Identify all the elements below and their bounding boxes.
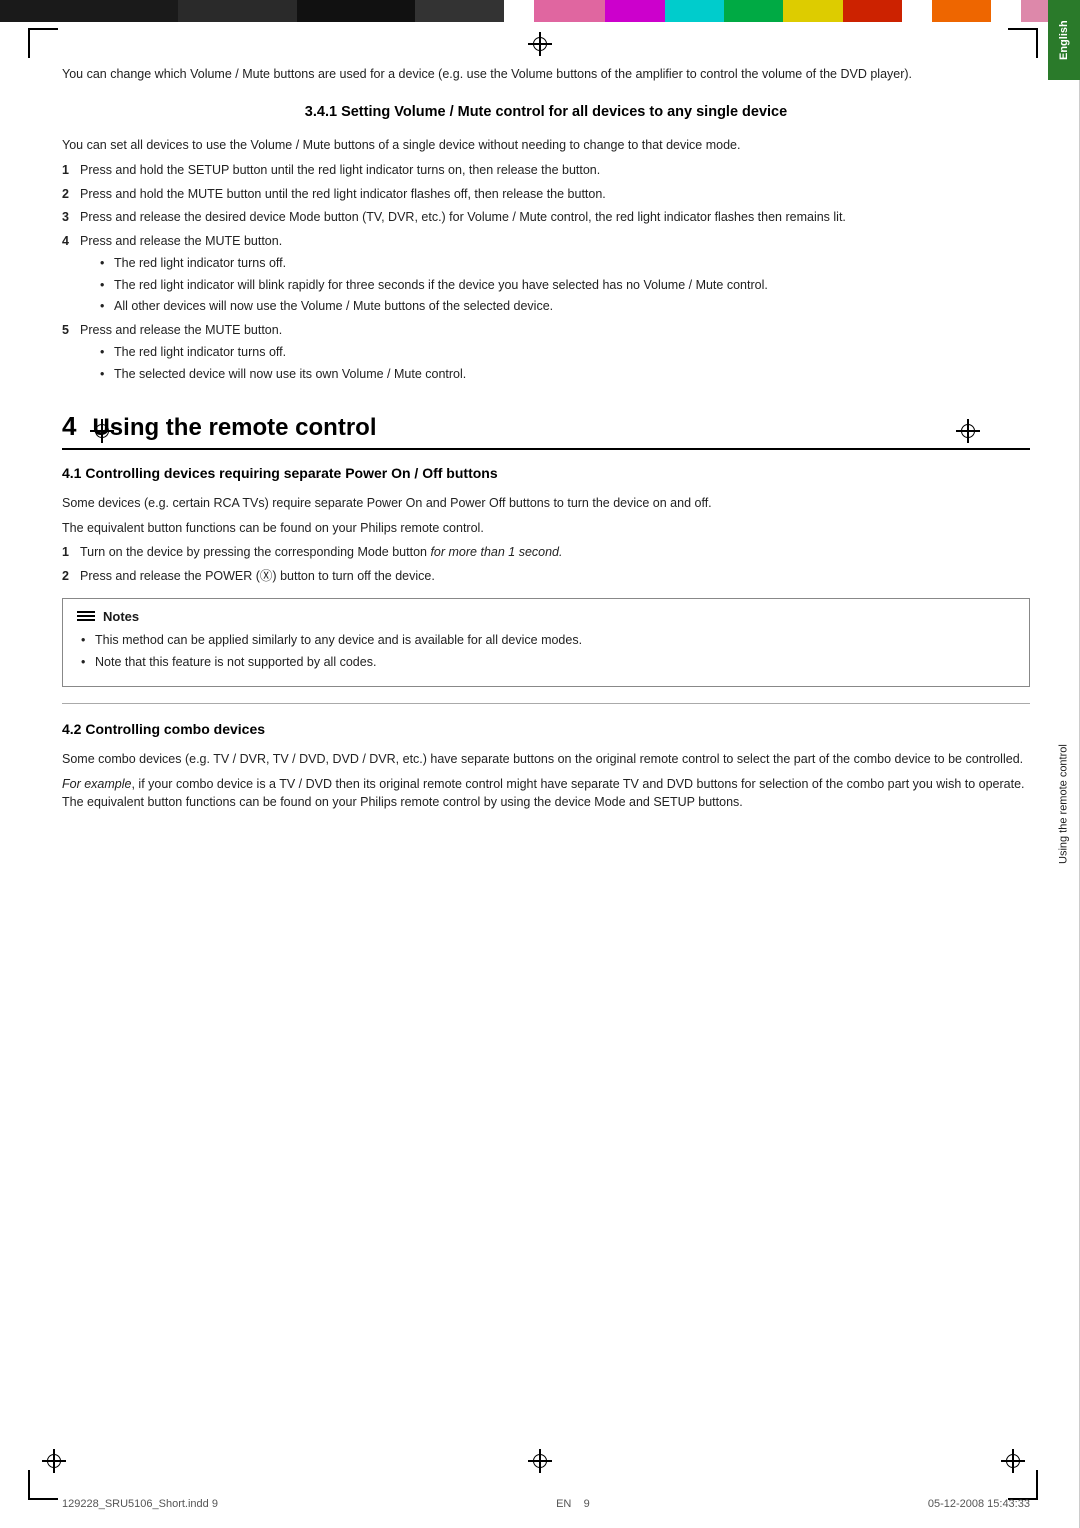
note-2: Note that this feature is not supported … (81, 653, 1015, 672)
footer: 129228_SRU5106_Short.indd 9 EN 9 05-12-2… (62, 1498, 1030, 1510)
color-bar (0, 0, 1080, 22)
footer-left-file: 129228_SRU5106_Short.indd 9 (62, 1498, 218, 1510)
intro-paragraph: You can change which Volume / Mute butto… (62, 65, 1030, 84)
corner-mark-tl (28, 28, 58, 58)
bullet-341-5-1: The red light indicator turns off. (100, 343, 1030, 362)
sidebar-right: English Using the remote control (1048, 0, 1080, 1528)
corner-mark-br (1008, 1470, 1038, 1500)
sidebar-english-label: English (1048, 0, 1080, 80)
step-341-4: 4 Press and release the MUTE button. The… (62, 232, 1030, 316)
chapter-4-section: 4 Using the remote control (62, 411, 1030, 450)
section-42-intro1: Some combo devices (e.g. TV / DVR, TV / … (62, 750, 1030, 769)
section-42-italic: For example (62, 777, 131, 791)
main-content: You can change which Volume / Mute butto… (62, 65, 1030, 1448)
sidebar-using-label: Using the remote control (1048, 80, 1080, 1528)
reg-mark-chapter-right (956, 419, 980, 443)
section-42-intro2: For example, if your combo device is a T… (62, 775, 1030, 813)
corner-mark-tr (1008, 28, 1038, 58)
step-341-2: 2 Press and hold the MUTE button until t… (62, 185, 1030, 204)
footer-en-label: EN (556, 1498, 571, 1510)
bullet-341-4-1: The red light indicator turns off. (100, 254, 1030, 273)
chapter-4-title: Using the remote control (92, 414, 376, 442)
notes-header: Notes (77, 609, 1015, 624)
section-42-divider (62, 703, 1030, 704)
footer-en-page: EN 9 (556, 1498, 590, 1510)
step-341-4-bullets: The red light indicator turns off. The r… (100, 254, 1030, 316)
step-341-5-bullets: The red light indicator turns off. The s… (100, 343, 1030, 384)
step-41-1: 1 Turn on the device by pressing the cor… (62, 543, 1030, 562)
chapter-4-number: 4 (62, 411, 76, 442)
step-341-5: 5 Press and release the MUTE button. The… (62, 321, 1030, 383)
section-41-steps: 1 Turn on the device by pressing the cor… (62, 543, 1030, 586)
corner-mark-bl (28, 1470, 58, 1500)
reg-mark-bottom-left (42, 1449, 66, 1473)
section-41-intro2: The equivalent button functions can be f… (62, 519, 1030, 538)
reg-mark-top (528, 32, 552, 56)
reg-mark-bottom-right (1001, 1449, 1025, 1473)
notes-label: Notes (103, 609, 139, 624)
note-1: This method can be applied similarly to … (81, 631, 1015, 650)
section-42-heading: 4.2 Controlling combo devices (62, 720, 1030, 740)
step-41-2: 2 Press and release the POWER (Ⓧ) button… (62, 567, 1030, 586)
reg-mark-bottom-center (528, 1449, 552, 1473)
bullet-341-5-2: The selected device will now use its own… (100, 365, 1030, 384)
notes-bullets: This method can be applied similarly to … (81, 631, 1015, 672)
section-41-intro1: Some devices (e.g. certain RCA TVs) requ… (62, 494, 1030, 513)
section-41-heading: 4.1 Controlling devices requiring separa… (62, 464, 1030, 484)
bullet-341-4-2: The red light indicator will blink rapid… (100, 276, 1030, 295)
footer-page-num: 9 (584, 1498, 590, 1510)
reg-mark-chapter-left (90, 419, 114, 443)
step-341-1: 1 Press and hold the SETUP button until … (62, 161, 1030, 180)
bullet-341-4-3: All other devices will now use the Volum… (100, 297, 1030, 316)
section-341-steps: 1 Press and hold the SETUP button until … (62, 161, 1030, 384)
footer-right-date: 05-12-2008 15:43:33 (928, 1498, 1030, 1510)
section-42-rest: , if your combo device is a TV / DVD the… (62, 777, 1025, 810)
notes-box: Notes This method can be applied similar… (62, 598, 1030, 688)
section-341-heading: 3.4.1 Setting Volume / Mute control for … (62, 102, 1030, 122)
step-341-3: 3 Press and release the desired device M… (62, 208, 1030, 227)
section-341-intro: You can set all devices to use the Volum… (62, 136, 1030, 155)
notes-icon (77, 609, 95, 623)
